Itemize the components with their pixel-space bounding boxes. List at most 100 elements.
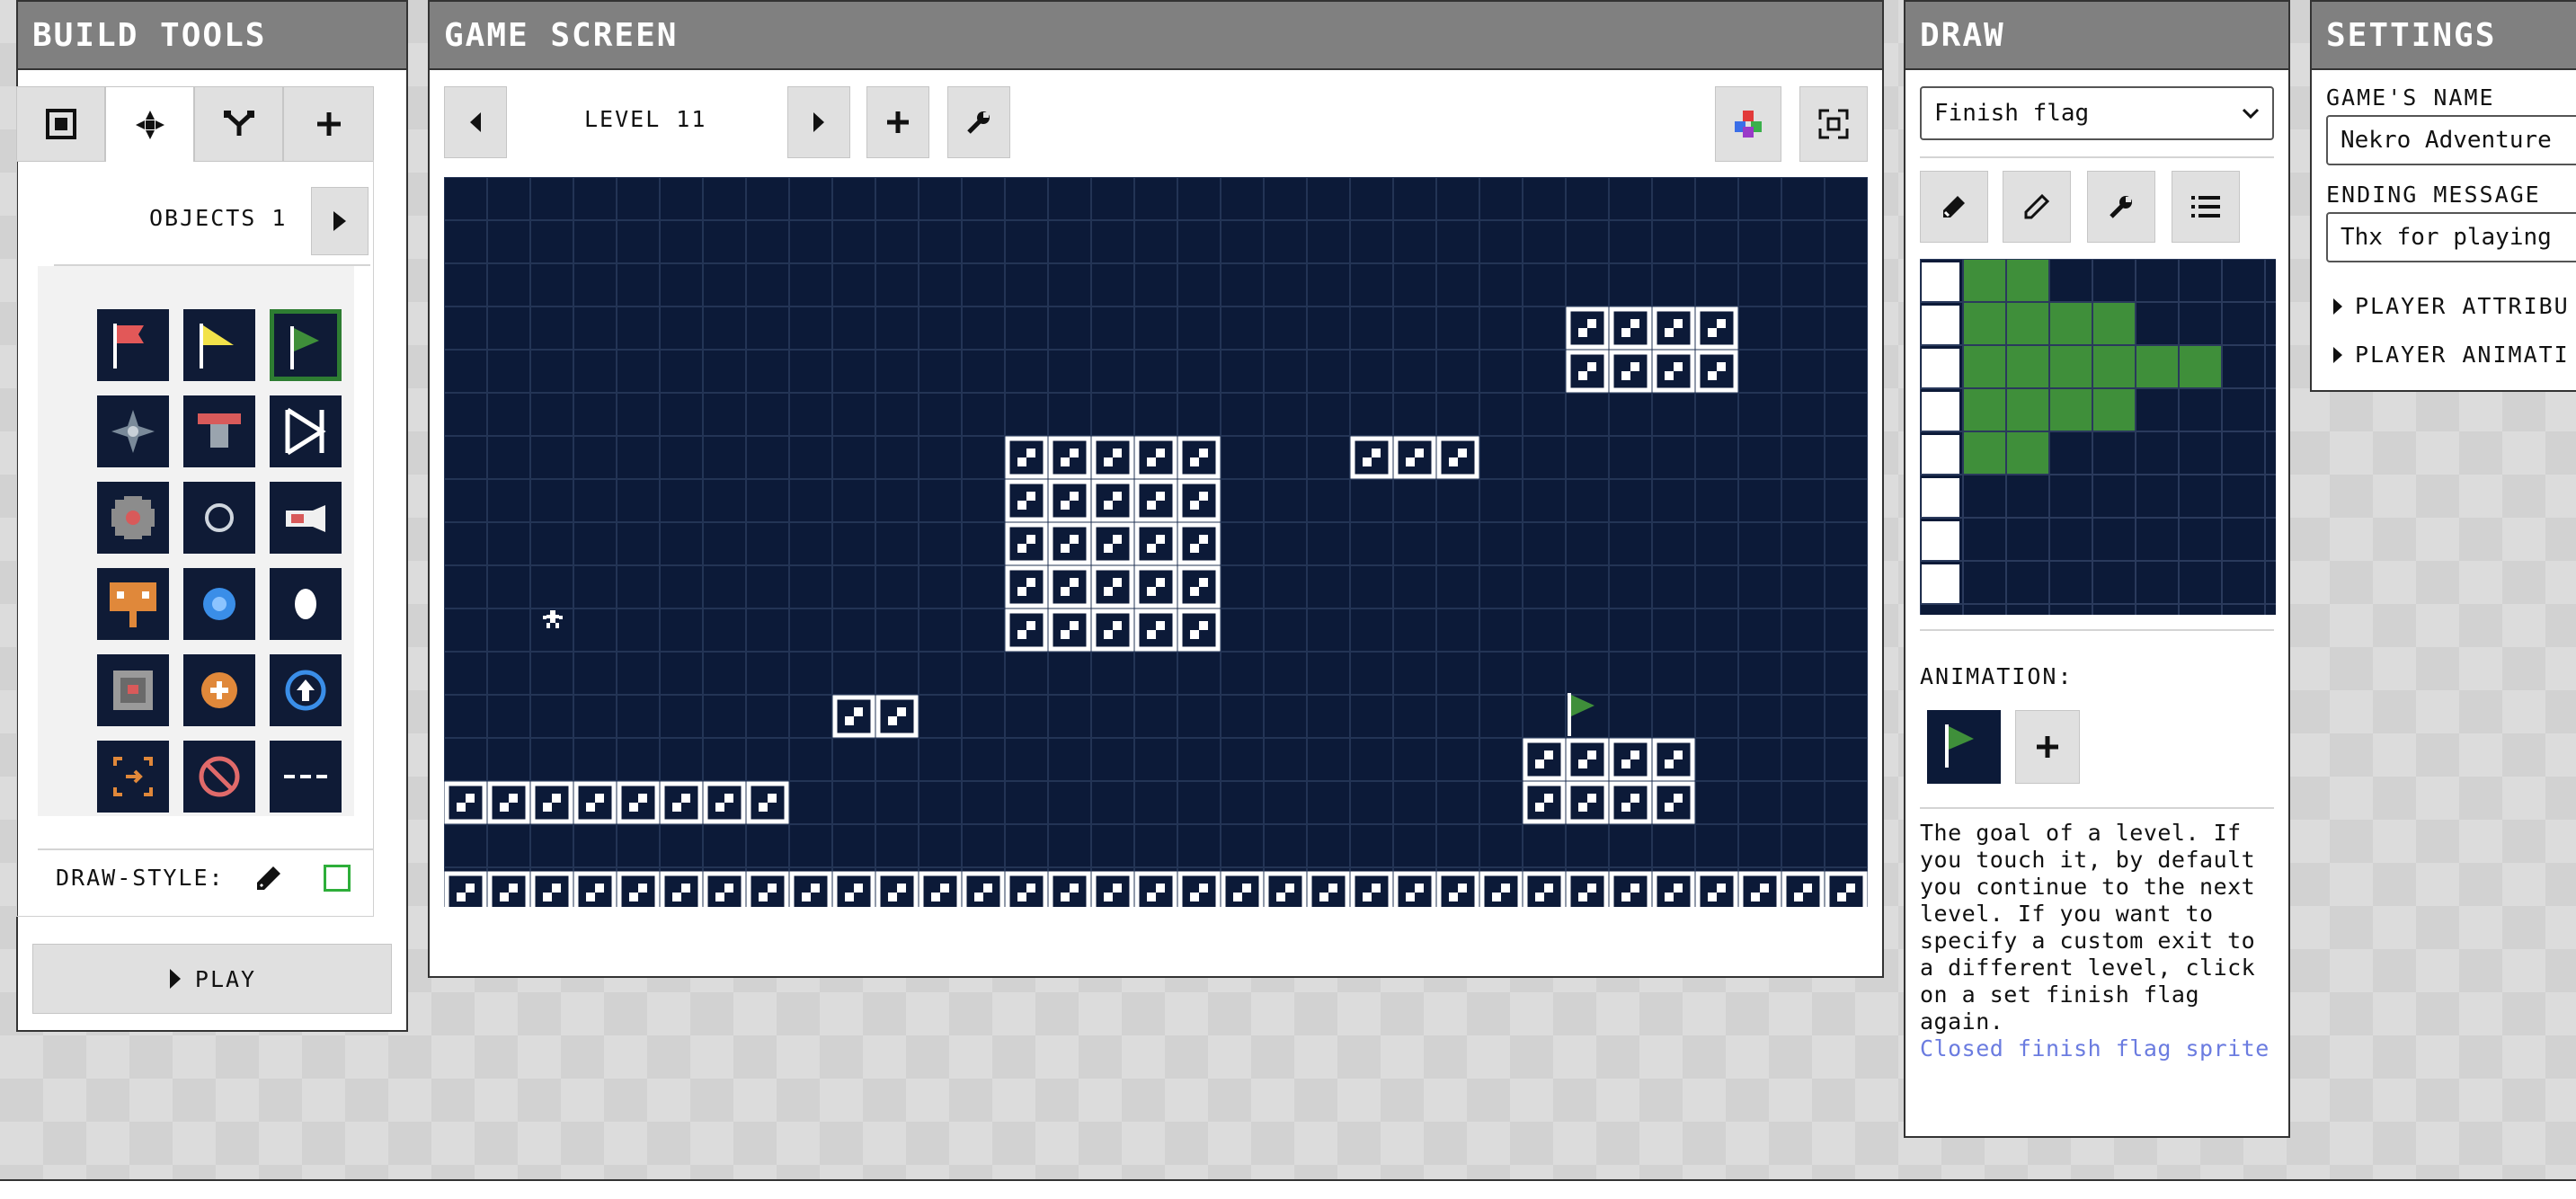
play-triangle-icon	[333, 211, 346, 231]
player-attributes-label: PLAYER ATTRIBU	[2355, 293, 2570, 319]
palette-switch[interactable]	[97, 654, 169, 726]
game-screen-title: GAME SCREEN	[430, 2, 1882, 70]
divider	[1920, 629, 2274, 631]
egg-icon	[295, 589, 316, 619]
list-icon	[2191, 196, 2220, 218]
palette-finish-flag[interactable]	[270, 309, 342, 381]
palette-target[interactable]	[97, 741, 169, 813]
block-tile	[1652, 781, 1695, 824]
palette-gem[interactable]	[183, 568, 255, 640]
block-tile	[1005, 565, 1048, 608]
block-tile	[1134, 565, 1177, 608]
closed-flag-sprite-link[interactable]: Closed finish flag sprite	[1920, 1035, 2270, 1061]
dashed-line-icon	[284, 775, 327, 778]
block-tile	[1134, 871, 1177, 907]
game-name-input[interactable]: Nekro Adventure	[2326, 115, 2576, 165]
block-tile	[617, 871, 660, 907]
block-tile	[1695, 306, 1738, 350]
block-tile	[1566, 781, 1609, 824]
block-tile	[1091, 522, 1134, 565]
block-tile	[1609, 781, 1652, 824]
level-settings-button[interactable]	[947, 86, 1010, 158]
block-tile	[1393, 436, 1436, 479]
block-tile	[1091, 608, 1134, 652]
palette-no-entry[interactable]	[183, 741, 255, 813]
previous-level-button[interactable]	[444, 86, 507, 158]
block-tile	[1566, 871, 1609, 907]
fullscreen-button[interactable]	[1799, 86, 1868, 162]
block-tile	[1048, 436, 1091, 479]
draw-style-label: DRAW-STYLE:	[56, 865, 225, 891]
block-tile	[1177, 565, 1221, 608]
blue-gem-icon	[203, 588, 235, 620]
build-tools-tabs	[16, 86, 374, 162]
target-icon	[113, 757, 153, 796]
sprite-select[interactable]: Finish flag	[1920, 86, 2274, 140]
sprite-list-button[interactable]	[2172, 171, 2240, 243]
block-tile	[1177, 479, 1221, 522]
block-tile	[530, 781, 573, 824]
block-tile	[1048, 565, 1091, 608]
block-tile	[962, 871, 1005, 907]
palette-sign[interactable]	[97, 568, 169, 640]
cannon-icon	[286, 505, 325, 532]
palette-coin[interactable]	[183, 654, 255, 726]
ending-message-input[interactable]: Thx for playing	[2326, 212, 2576, 262]
block-tile	[703, 871, 746, 907]
level-canvas[interactable]	[444, 177, 1868, 907]
pencil-tool-button[interactable]	[2003, 171, 2071, 243]
block-tile	[1134, 522, 1177, 565]
palette-colors-button[interactable]	[1715, 86, 1781, 162]
play-button[interactable]: PLAY	[32, 944, 392, 1014]
palette-dashed-line[interactable]	[270, 741, 342, 813]
pencil-draw-style-button[interactable]	[253, 863, 284, 897]
palette-yellow-flag[interactable]	[183, 309, 255, 381]
block-tile	[1177, 608, 1221, 652]
sprite-settings-button[interactable]	[2087, 171, 2155, 243]
block-tile	[1134, 608, 1177, 652]
palette-bounce[interactable]	[270, 395, 342, 467]
block-tile	[1048, 522, 1091, 565]
palette-red-flag[interactable]	[97, 309, 169, 381]
block-tile	[1609, 871, 1652, 907]
palette-up-arrow[interactable]	[270, 654, 342, 726]
next-level-button[interactable]	[787, 86, 850, 158]
triangle-right-icon	[813, 112, 824, 132]
add-frame-button[interactable]	[2015, 710, 2080, 784]
pixel-editor[interactable]	[1919, 258, 2276, 615]
rectangle-draw-style-button[interactable]	[324, 865, 351, 892]
eraser-pencil-icon	[257, 866, 280, 890]
player-animations-toggle[interactable]: PLAYER ANIMATI	[2332, 342, 2570, 368]
wrench-icon	[967, 111, 990, 134]
finish-flag-icon	[290, 326, 319, 369]
palette-egg[interactable]	[270, 568, 342, 640]
block-tile	[832, 871, 875, 907]
tab-branch[interactable]	[194, 86, 283, 162]
add-level-button[interactable]	[866, 86, 929, 158]
palette-sawblade[interactable]	[97, 482, 169, 554]
block-tile	[1652, 871, 1695, 907]
palette-cannon[interactable]	[270, 482, 342, 554]
block-tile	[660, 781, 703, 824]
tab-move[interactable]	[105, 86, 194, 162]
game-name-value: Nekro Adventure	[2341, 127, 2552, 154]
palette-spring[interactable]	[183, 395, 255, 467]
objects-next-button[interactable]	[311, 187, 369, 255]
block-tile	[1177, 436, 1221, 479]
bottom-bar	[0, 1179, 2576, 1199]
block-tile	[1134, 479, 1177, 522]
block-tile	[1609, 350, 1652, 393]
animation-frame-1[interactable]	[1927, 710, 2001, 784]
tab-select[interactable]	[16, 86, 105, 162]
block-tile	[1652, 738, 1695, 781]
player-animations-label: PLAYER ANIMATI	[2355, 342, 2570, 368]
palette-spike[interactable]	[97, 395, 169, 467]
play-triangle-icon	[169, 969, 181, 989]
eraser-tool-button[interactable]	[1920, 171, 1988, 243]
palette-ring[interactable]	[183, 482, 255, 554]
block-tile	[1091, 479, 1134, 522]
tab-add[interactable]	[283, 86, 374, 162]
switch-block-icon	[113, 671, 153, 710]
sign-icon	[110, 582, 156, 627]
player-attributes-toggle[interactable]: PLAYER ATTRIBU	[2332, 293, 2570, 319]
